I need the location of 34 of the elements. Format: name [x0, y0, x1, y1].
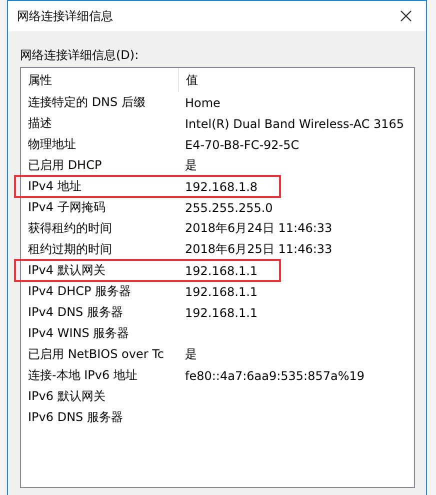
value-cell: 192.168.1.1 — [185, 306, 258, 320]
property-cell-text: 获得租约的时间 — [28, 220, 113, 237]
column-header[interactable]: 值 — [179, 68, 198, 92]
property-cell-text: 物理地址 — [28, 136, 77, 153]
property-cell-text: IPv4 地址 — [28, 178, 82, 195]
value-cell: fe80::4a7:6aa9:535:857a%19 — [185, 368, 365, 382]
property-cell-text: 描述 — [28, 115, 53, 132]
column-header[interactable]: 属性 — [21, 68, 179, 92]
value-cell: Home — [185, 96, 220, 110]
value-cell: 2018年6月25日 11:46:33 — [185, 241, 332, 258]
window-title: 网络连接详细信息 — [17, 8, 113, 24]
property-cell-text: IPv6 默认网关 — [28, 388, 106, 405]
property-cell-text: 已启用 DHCP — [28, 157, 103, 174]
value-cell: 192.168.1.1 — [185, 284, 258, 298]
property-cell-text: 租约过期的时间 — [28, 241, 113, 258]
property-cell-text: 连接特定的 DNS 后缀 — [28, 94, 146, 111]
property-cell-text: IPv4 默认网关 — [28, 262, 106, 279]
list-label: 网络连接详细信息(D): — [20, 48, 140, 62]
property-cell-text: IPv4 WINS 服务器 — [28, 325, 130, 342]
value-cell: 255.255.255.0 — [185, 200, 273, 214]
value-cell: 是 — [185, 157, 197, 174]
close-icon — [400, 10, 412, 22]
property-cell-text: 连接-本地 IPv6 地址 — [28, 367, 138, 384]
value-cell: Intel(R) Dual Band Wireless-AC 3165 — [185, 116, 404, 130]
property-cell-text: IPv4 子网掩码 — [28, 199, 106, 216]
property-cell-text: 已启用 NetBIOS over Tc — [28, 346, 165, 363]
value-cell: 192.168.1.8 — [185, 180, 258, 194]
value-cell: 192.168.1.1 — [185, 264, 258, 278]
property-cell-text: IPv4 DNS 服务器 — [28, 304, 124, 321]
property-cell-text: IPv6 DNS 服务器 — [28, 409, 124, 426]
value-cell: 是 — [185, 346, 197, 363]
value-cell: E4-70-B8-FC-92-5C — [185, 138, 300, 152]
property-cell-text: IPv4 DHCP 服务器 — [28, 283, 132, 300]
value-cell: 2018年6月24日 11:46:33 — [185, 220, 332, 237]
